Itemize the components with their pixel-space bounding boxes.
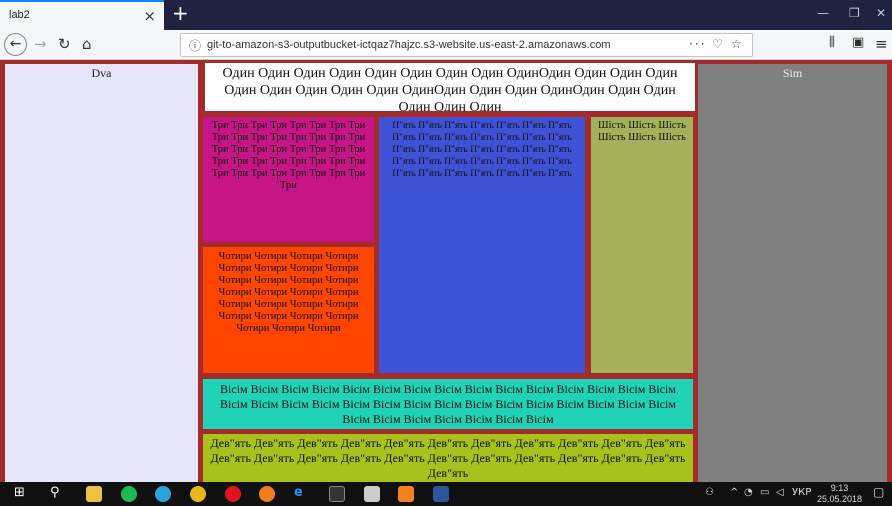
code-editor-icon[interactable] <box>364 486 380 502</box>
tab-bar: lab2 × + — ❐ ✕ <box>0 0 892 30</box>
url-text[interactable]: git-to-amazon-s3-outputbucket-ictqaz7haj… <box>207 39 611 51</box>
edge-icon[interactable]: e <box>294 485 303 500</box>
clock-date: 25.05.2018 <box>817 494 863 504</box>
library-icon[interactable]: ⫼ <box>829 35 835 50</box>
url-bar[interactable]: ⓘ git-to-amazon-s3-outputbucket-ictqaz7h… <box>180 33 753 57</box>
block-shist: Шість Шість Шість Шість Шість Шість <box>591 117 693 373</box>
block-deviat: Дев"ять Дев"ять Дев"ять Дев"ять Дев"ять … <box>203 434 693 482</box>
restore-icon[interactable]: ❐ <box>849 6 860 20</box>
reload-icon[interactable]: ↻ <box>58 35 71 53</box>
opera-icon[interactable] <box>225 486 241 502</box>
forward-icon[interactable]: → <box>34 35 47 53</box>
search-icon[interactable]: ⚲ <box>50 485 60 500</box>
tray-chevron-icon[interactable]: ^ <box>730 487 738 498</box>
minimize-icon[interactable]: — <box>817 6 829 20</box>
menu-icon[interactable]: ≡ <box>875 35 888 53</box>
back-button[interactable]: ← <box>4 33 27 56</box>
close-tab-icon[interactable]: × <box>143 7 156 25</box>
firefox-icon[interactable] <box>259 486 275 502</box>
language-indicator[interactable]: УКР <box>792 487 811 498</box>
block-dva: Dva <box>5 64 198 482</box>
block-odin: Один Один Один Один Один Один Один Один … <box>205 63 695 111</box>
notifications-icon[interactable]: ▢ <box>873 485 884 499</box>
people-icon[interactable]: ⚇ <box>705 487 714 498</box>
sidebar-icon[interactable]: ▣ <box>852 35 864 50</box>
window-close-icon[interactable]: ✕ <box>876 6 886 20</box>
block-tri: Три Три Три Три Три Три Три Три Три Три … <box>203 117 374 242</box>
page-content: Dva Один Один Один Один Один Один Один О… <box>0 60 892 482</box>
spotify-icon[interactable] <box>121 486 137 502</box>
home-icon[interactable]: ⌂ <box>82 35 92 53</box>
page-actions[interactable]: ··· ♡ ☆ <box>689 37 744 51</box>
word-icon[interactable] <box>433 486 449 502</box>
battery-icon[interactable]: ▭ <box>760 487 769 498</box>
tab-lab2[interactable]: lab2 × <box>0 0 164 30</box>
notes-app-icon[interactable] <box>398 486 414 502</box>
terminal-icon[interactable] <box>329 486 345 502</box>
telegram-icon[interactable] <box>155 486 171 502</box>
info-icon[interactable]: ⓘ <box>189 37 201 54</box>
clock-time: 9:13 <box>830 483 849 493</box>
clock[interactable]: 9:13 25.05.2018 <box>817 483 862 505</box>
windows-start-icon[interactable]: ⊞ <box>14 485 25 500</box>
new-tab-button[interactable]: + <box>172 1 189 25</box>
block-sim: Sim <box>698 64 887 482</box>
volume-icon[interactable]: ◁ <box>776 487 784 498</box>
block-piat: П"ять П"ять П"ять П"ять П"ять П"ять П"ят… <box>379 117 585 373</box>
block-chotyry: Чотири Чотири Чотири Чотири Чотири Чотир… <box>203 247 374 373</box>
nav-bar: ← → ↻ ⌂ ⓘ git-to-amazon-s3-outputbucket-… <box>0 30 892 60</box>
file-explorer-icon[interactable] <box>86 486 102 502</box>
taskbar: ⊞ ⚲ e ⚇ ^ ◔ ▭ ◁ УКР 9:13 25.05.2018 ▢ <box>0 482 892 506</box>
block-visim: Вісім Вісім Вісім Вісім Вісім Вісім Вісі… <box>203 379 693 429</box>
chrome-icon[interactable] <box>190 486 206 502</box>
tab-title: lab2 <box>9 9 30 21</box>
network-icon[interactable]: ◔ <box>744 487 753 498</box>
